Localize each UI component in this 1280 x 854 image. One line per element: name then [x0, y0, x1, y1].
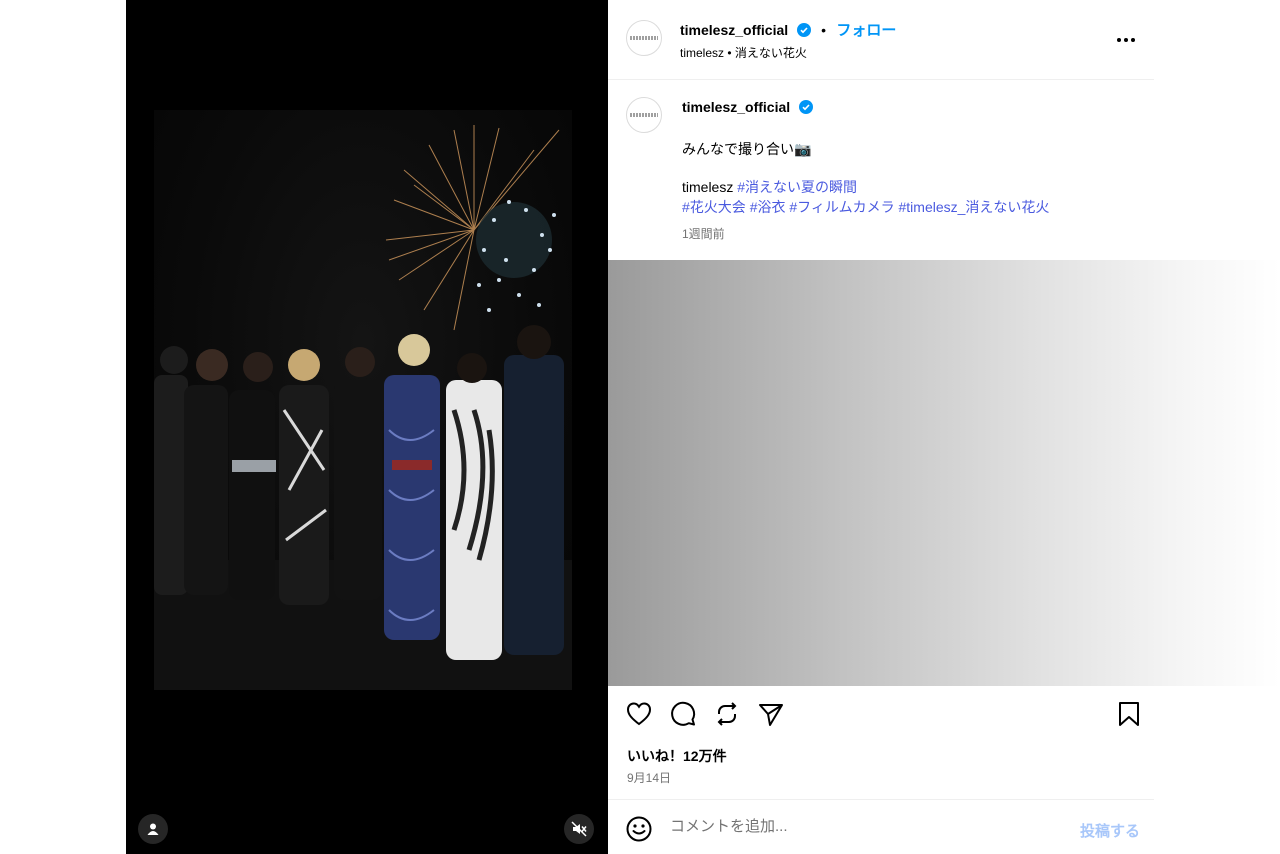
hashtag-link[interactable]: #消えない夏の瞬間 — [737, 179, 857, 195]
share-icon[interactable] — [757, 700, 785, 728]
caption-line: みんなで撮り合い📷 — [682, 141, 812, 157]
heart-icon[interactable] — [625, 700, 653, 728]
speaker-muted-icon — [571, 821, 587, 837]
verified-badge-icon — [796, 23, 811, 37]
post-date[interactable]: 9月14日 — [627, 769, 671, 786]
caption-avatar[interactable] — [626, 97, 662, 133]
firework-blue — [476, 200, 556, 312]
caption-username[interactable]: timelesz_official — [682, 99, 790, 115]
follow-button[interactable]: フォロー — [836, 22, 896, 39]
comment-bar: 投稿する — [608, 799, 1154, 854]
photo-illustration — [154, 125, 572, 690]
caption-section: timelesz_official みんなで撮り合い📷 timelesz #消え… — [608, 81, 1154, 260]
post-photo — [154, 110, 572, 690]
bookmark-icon[interactable] — [1115, 700, 1143, 728]
hashtag-link[interactable]: #フィルムカメラ — [789, 199, 894, 215]
hashtag-link[interactable]: #timelesz_消えない花火 — [899, 199, 1050, 215]
comments-overlay-fade — [608, 260, 1280, 686]
mute-button[interactable] — [564, 814, 594, 844]
avatar-logo — [630, 113, 658, 117]
header-separator: • — [821, 22, 826, 38]
caption-prefix: timelesz — [682, 179, 734, 195]
caption-tags-line2: #花火大会 #浴衣 #フィルムカメラ #timelesz_消えない花火 — [682, 197, 1049, 217]
caption-timestamp[interactable]: 1週間前 — [682, 225, 725, 242]
comment-input[interactable] — [670, 818, 1050, 835]
caption-tags-line1: timelesz #消えない夏の瞬間 — [682, 177, 857, 197]
header-avatar[interactable] — [626, 20, 662, 56]
header-subtitle[interactable]: timelesz • 消えない花火 — [680, 44, 807, 61]
more-horizontal-icon — [1117, 38, 1121, 42]
hashtag-link[interactable]: #浴衣 — [750, 199, 786, 215]
post-comment-button[interactable]: 投稿する — [1080, 820, 1140, 841]
header-username[interactable]: timelesz_official — [680, 22, 788, 38]
likes-count[interactable]: いいね！12万件 — [627, 746, 727, 766]
verified-badge-icon — [798, 100, 813, 114]
emoji-icon[interactable] — [626, 816, 652, 842]
comment-icon[interactable] — [669, 700, 697, 728]
action-bar: いいね！12万件 9月14日 — [608, 686, 1154, 798]
hashtag-link[interactable]: #花火大会 — [682, 199, 746, 215]
person-icon — [147, 823, 159, 835]
post-media[interactable] — [126, 0, 608, 854]
user-tag-button[interactable] — [138, 814, 168, 844]
more-options-button[interactable] — [1114, 28, 1138, 52]
post-header: timelesz_official • フォロー timelesz • 消えない… — [608, 0, 1154, 80]
repost-icon[interactable] — [713, 700, 741, 728]
avatar-logo — [630, 36, 658, 40]
